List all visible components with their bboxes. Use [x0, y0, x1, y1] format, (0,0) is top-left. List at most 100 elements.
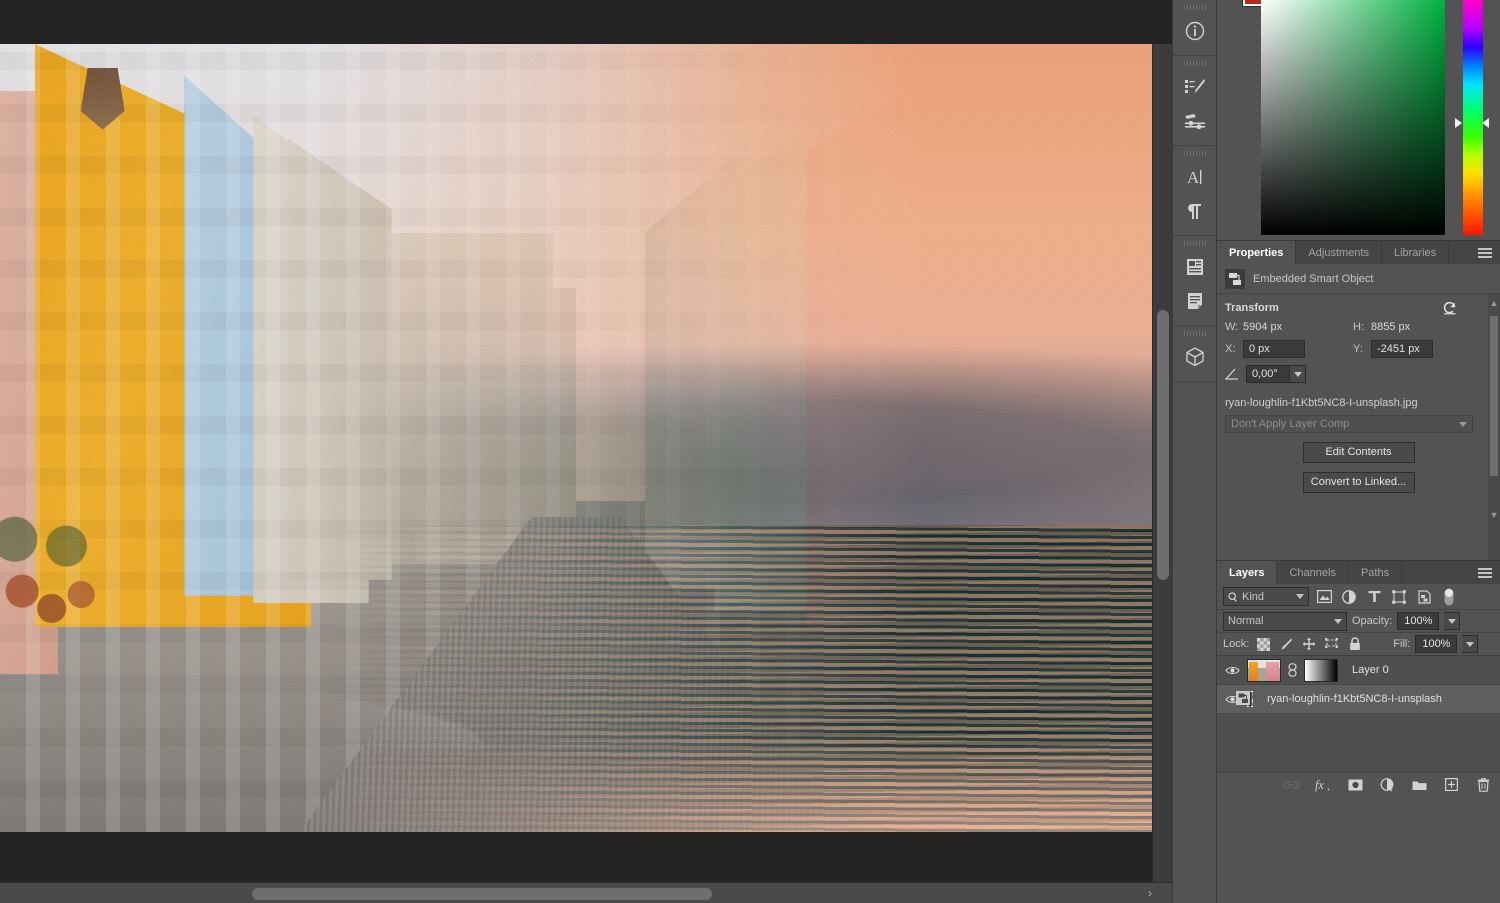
layer-comp-value: Don't Apply Layer Comp	[1231, 416, 1349, 433]
fill-chevron-down-icon[interactable]	[1462, 635, 1478, 653]
scroll-up-arrow-icon[interactable]: ▲	[1488, 296, 1500, 310]
lock-transparent-pixels-icon[interactable]	[1254, 635, 1272, 653]
search-icon	[1228, 592, 1238, 602]
tab-adjustments[interactable]: Adjustments	[1296, 241, 1382, 264]
reset-transform-icon[interactable]	[1442, 301, 1458, 319]
shore-foam	[0, 737, 1152, 832]
rail-grip[interactable]	[1184, 331, 1206, 336]
height-label: H:	[1353, 321, 1371, 333]
canvas-horizontal-scrollbar-thumb[interactable]	[252, 888, 712, 900]
scroll-down-arrow-icon[interactable]: ▼	[1488, 508, 1500, 522]
layers-panel: Kind	[1217, 584, 1500, 796]
table-row[interactable]: ryan-loughlin-f1Kbt5NC8-I-unsplash	[1217, 685, 1500, 714]
paragraph-icon[interactable]	[1173, 194, 1217, 228]
lock-artboard-nesting-icon[interactable]	[1323, 635, 1341, 653]
layer-comps-icon[interactable]	[1173, 250, 1217, 284]
smart-object-badge-icon	[1249, 692, 1250, 705]
x-field[interactable]: 0 px	[1243, 340, 1305, 358]
y-field[interactable]: -2451 px	[1371, 340, 1433, 358]
layer-comp-select[interactable]: Don't Apply Layer Comp	[1225, 415, 1473, 433]
lock-position-icon[interactable]	[1300, 635, 1318, 653]
properties-header-title: Embedded Smart Object	[1253, 273, 1373, 285]
fill-label: Fill:	[1393, 638, 1410, 650]
filter-toggle-switch[interactable]	[1439, 587, 1459, 606]
add-layer-mask-icon[interactable]	[1347, 777, 1363, 793]
layer-thumbnail[interactable]	[1249, 692, 1251, 706]
layers-panel-menu-icon[interactable]	[1478, 568, 1492, 578]
smart-object-filter-icon[interactable]	[1414, 587, 1434, 606]
convert-to-linked-button[interactable]: Convert to Linked...	[1303, 472, 1415, 493]
delete-layer-icon[interactable]	[1475, 777, 1491, 793]
properties-scrollbar-thumb[interactable]	[1490, 316, 1498, 476]
smart-object-icon	[1225, 269, 1245, 289]
edit-contents-button[interactable]: Edit Contents	[1303, 442, 1415, 463]
rail-grip[interactable]	[1184, 61, 1206, 66]
x-label: X:	[1225, 343, 1243, 355]
canvas-horizontal-scrollbar[interactable]: ›	[0, 882, 1172, 903]
hue-slider-marker[interactable]	[1455, 118, 1489, 128]
rail-group-3d	[1173, 326, 1216, 382]
blend-mode-row: Normal Opacity: 100%	[1217, 610, 1500, 633]
lock-image-pixels-icon[interactable]	[1277, 635, 1295, 653]
rail-grip[interactable]	[1184, 5, 1206, 10]
layer-filter-kind-select[interactable]: Kind	[1223, 587, 1309, 606]
scroll-right-arrow-icon[interactable]: ›	[1148, 886, 1152, 900]
tab-paths[interactable]: Paths	[1349, 561, 1402, 584]
rail-grip[interactable]	[1184, 241, 1206, 246]
layer-style-fx-icon[interactable]: fx	[1315, 777, 1331, 793]
shape-filter-icon[interactable]	[1389, 587, 1409, 606]
blend-mode-value: Normal	[1228, 615, 1334, 627]
lock-all-icon[interactable]	[1346, 635, 1364, 653]
link-layers-icon[interactable]	[1283, 777, 1299, 793]
document-canvas[interactable]	[0, 44, 1152, 832]
opacity-field[interactable]: 100%	[1397, 612, 1439, 630]
layer-thumbnail[interactable]	[1247, 659, 1281, 682]
canvas-vertical-scrollbar-thumb[interactable]	[1157, 310, 1169, 580]
layer-name: Layer 0	[1352, 664, 1389, 676]
table-row[interactable]: Layer 0	[1217, 656, 1500, 685]
active-layer-thumbnail-frame	[1247, 691, 1253, 707]
height-value: 8855 px	[1371, 321, 1410, 333]
tab-libraries[interactable]: Libraries	[1382, 241, 1449, 264]
brush-settings-icon[interactable]	[1173, 104, 1217, 138]
properties-panel-scrollbar[interactable]: ▲ ▼	[1488, 294, 1500, 560]
layer-mask-thumbnail[interactable]	[1304, 659, 1338, 682]
brush-presets-icon[interactable]	[1173, 70, 1217, 104]
chevron-down-icon	[1296, 594, 1304, 599]
collapsed-panel-rail: A	[1172, 0, 1216, 903]
character-icon[interactable]: A	[1173, 160, 1217, 194]
photoshop-window: ›	[0, 0, 1500, 903]
new-group-icon[interactable]	[1411, 777, 1427, 793]
tab-channels[interactable]: Channels	[1277, 561, 1348, 584]
transform-label: Transform	[1225, 302, 1279, 314]
blend-mode-select[interactable]: Normal	[1223, 612, 1347, 631]
rail-grip[interactable]	[1184, 151, 1206, 156]
notes-icon[interactable]	[1173, 284, 1217, 318]
mask-link-chain-icon[interactable]	[1287, 663, 1298, 677]
size-row: W: 5904 px H: 8855 px	[1225, 321, 1492, 333]
3d-icon[interactable]	[1173, 340, 1217, 374]
layer-comp-chevron-down-icon	[1459, 416, 1467, 433]
color-picker-panel[interactable]	[1217, 0, 1500, 240]
angle-dropdown-chevron-down-icon[interactable]	[1290, 365, 1306, 383]
layer-visibility-eye-icon[interactable]	[1223, 665, 1241, 676]
info-icon[interactable]	[1173, 14, 1217, 48]
type-filter-icon[interactable]	[1364, 587, 1384, 606]
properties-panel-menu-icon[interactable]	[1478, 248, 1492, 258]
new-adjustment-layer-icon[interactable]	[1379, 777, 1395, 793]
layer-filter-row: Kind	[1217, 584, 1500, 610]
tab-layers[interactable]: Layers	[1217, 561, 1277, 584]
angle-field[interactable]: 0,00°	[1246, 365, 1290, 383]
tab-properties[interactable]: Properties	[1217, 241, 1296, 264]
fill-field[interactable]: 100%	[1415, 635, 1457, 653]
adjustment-filter-icon[interactable]	[1339, 587, 1359, 606]
pixel-filter-icon[interactable]	[1314, 587, 1334, 606]
new-layer-icon[interactable]	[1443, 777, 1459, 793]
rail-group-comps	[1173, 236, 1216, 326]
canvas-vertical-scrollbar[interactable]	[1152, 44, 1172, 882]
lock-label: Lock:	[1223, 638, 1249, 650]
smart-object-ocean-photo	[0, 44, 1152, 832]
canvas-area: ›	[0, 0, 1172, 903]
opacity-chevron-down-icon[interactable]	[1444, 612, 1460, 630]
saturation-value-field[interactable]	[1261, 0, 1445, 235]
